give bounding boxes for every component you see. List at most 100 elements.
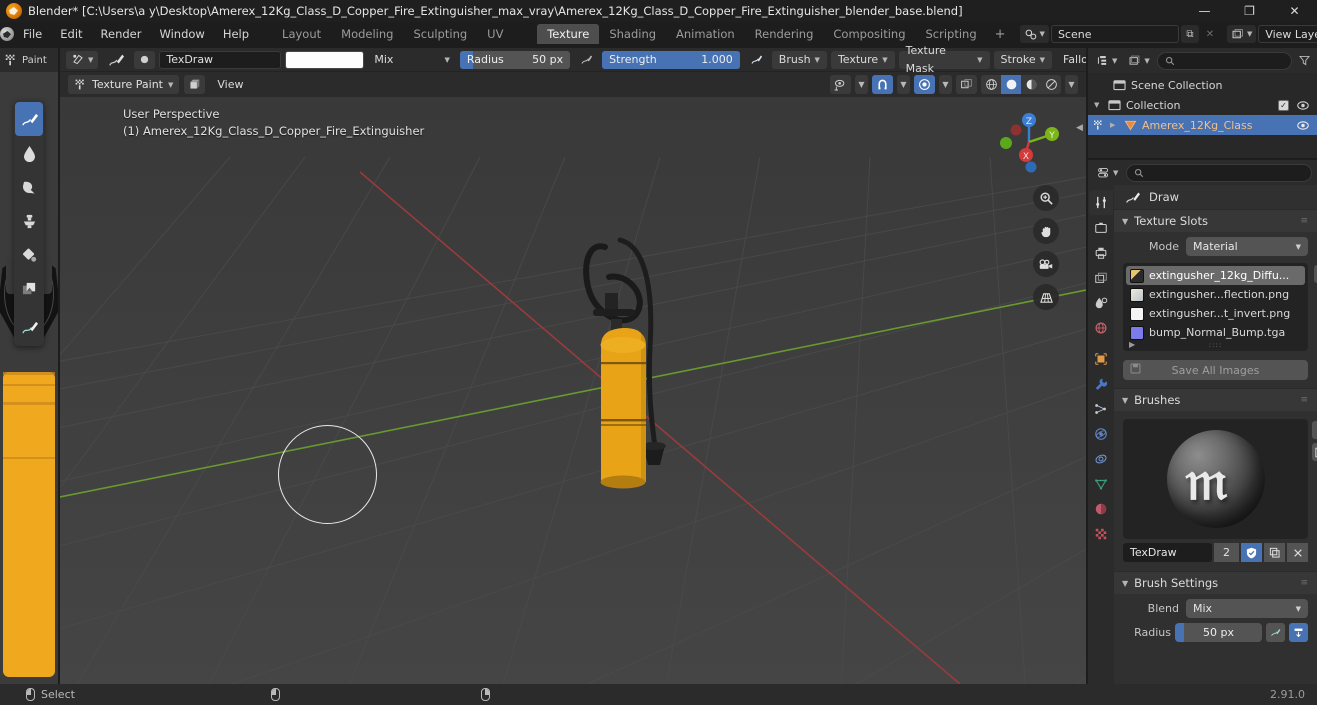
ortho-grid-icon[interactable] [1033, 284, 1059, 310]
zoom-icon[interactable] [1033, 185, 1059, 211]
texture-slot-item[interactable]: extingusher...flection.png [1126, 285, 1305, 304]
scene-new-button[interactable]: ⧉ [1180, 25, 1199, 43]
interaction-mode-dropdown[interactable]: Texture Paint ▼ [68, 75, 180, 94]
maximize-button[interactable]: ❐ [1227, 0, 1272, 22]
properties-search-input[interactable] [1126, 163, 1312, 182]
active-tool-brush-icon[interactable] [102, 51, 130, 69]
tab-modifier-properties[interactable] [1089, 371, 1113, 396]
tab-animation[interactable]: Animation [666, 24, 745, 44]
shield-icon[interactable] [1241, 543, 1262, 562]
x-icon[interactable] [1287, 543, 1308, 562]
tab-world-properties[interactable] [1089, 315, 1113, 340]
shading-rendered-icon[interactable] [1041, 75, 1061, 94]
strength-pressure-icon[interactable] [744, 51, 768, 69]
tab-uv-editing[interactable]: UV Editing [477, 24, 537, 61]
tab-object-properties[interactable] [1089, 346, 1113, 371]
menu-brush[interactable]: Brush ▼ [771, 50, 827, 69]
brush-data-icon[interactable] [134, 50, 156, 69]
texture-slot-item[interactable]: bump_Normal_Bump.tga [1126, 323, 1305, 342]
menu-render[interactable]: Render [92, 22, 151, 46]
scene-unlink-button[interactable]: ✕ [1201, 25, 1219, 43]
proportional-edit-chevron-icon[interactable]: ▼ [939, 75, 952, 94]
menu-help[interactable]: Help [214, 22, 258, 46]
outliner-display-mode-dropdown[interactable]: ▼ [1092, 51, 1122, 70]
texture-slot-list[interactable]: extingusher_12kg_Diffu... extingusher...… [1123, 263, 1317, 351]
menu-file[interactable]: File [14, 22, 51, 46]
tab-material-properties[interactable] [1089, 496, 1113, 521]
snapping-magnet-icon[interactable] [872, 75, 893, 94]
shading-solid-icon[interactable] [1001, 75, 1021, 94]
fill-tool[interactable] [15, 238, 43, 272]
shading-wireframe-icon[interactable] [981, 75, 1001, 94]
tab-compositing[interactable]: Compositing [823, 24, 915, 44]
mask-tool[interactable] [15, 272, 43, 306]
properties-editor-type-dropdown[interactable]: ▼ [1093, 163, 1123, 182]
object-expand-triangle-icon[interactable]: ▶ [1110, 121, 1119, 129]
brush-name-input[interactable]: TexDraw [1123, 543, 1212, 562]
tab-texture-paint[interactable]: Texture Paint [537, 24, 600, 61]
radius-pressure-icon[interactable] [1266, 623, 1285, 642]
save-all-images-button[interactable]: Save All Images [1123, 360, 1308, 380]
strength-slider[interactable]: Strength 1.000 [602, 50, 740, 69]
brush-preview-image-icon[interactable] [1312, 443, 1317, 461]
texture-slot-item[interactable]: extingusher...t_invert.png [1126, 304, 1305, 323]
outliner-row-object[interactable]: ▶ Amerex_12Kg_Class [1088, 115, 1317, 135]
slot-list-expand-icon[interactable]: ▶ [1129, 340, 1135, 349]
menu-stroke[interactable]: Stroke ▼ [993, 50, 1052, 69]
menu-falloff[interactable]: Falloff [1056, 51, 1086, 69]
minimize-button[interactable]: — [1182, 0, 1227, 22]
viewport-view-menu[interactable]: View [210, 76, 250, 94]
tab-tool-properties[interactable] [1089, 190, 1113, 215]
annotate-tool[interactable] [15, 310, 43, 344]
tab-modeling[interactable]: Modeling [331, 24, 403, 44]
tab-texture-properties[interactable] [1089, 521, 1113, 546]
menu-window[interactable]: Window [150, 22, 213, 46]
tab-particles-properties[interactable] [1089, 396, 1113, 421]
navigation-axis-gizmo[interactable]: Z Y X [994, 107, 1064, 177]
visibility-eye-icon[interactable] [830, 75, 851, 94]
editor-separator-right[interactable] [1086, 48, 1088, 684]
tab-view-layer-properties[interactable] [1089, 265, 1113, 290]
radius-slider[interactable]: Radius 50 px [459, 50, 571, 69]
brush-name-field[interactable]: TexDraw [159, 50, 281, 69]
outliner-row-collection[interactable]: ▼ Collection ✓ [1088, 95, 1317, 115]
brush-users-count[interactable]: 2 [1214, 543, 1239, 562]
panel-header-brush-settings[interactable]: ▼ Brush Settings ≡ [1114, 571, 1317, 594]
editor-separator-left[interactable] [58, 48, 60, 684]
brush-list-chevron-icon[interactable]: ▼ [1312, 421, 1317, 439]
paint-mode-selector[interactable]: ▼ [66, 50, 99, 69]
viewport-gizmo-cube-icon[interactable] [184, 75, 206, 94]
menu-texture[interactable]: Texture ▼ [830, 50, 895, 69]
panel-header-texture-slots[interactable]: ▼ Texture Slots ≡ [1114, 209, 1317, 232]
shading-options-chevron-icon[interactable]: ▼ [1065, 75, 1078, 94]
eye-icon[interactable] [1296, 100, 1310, 111]
outliner-search-input[interactable] [1156, 51, 1292, 70]
outliner-filter-icon[interactable] [1295, 52, 1313, 70]
proportional-edit-icon[interactable] [914, 75, 935, 94]
blender-menu-icon[interactable] [0, 22, 14, 46]
close-button[interactable]: ✕ [1272, 0, 1317, 22]
radius-pressure-icon[interactable] [574, 51, 598, 69]
outliner-row-scene-collection[interactable]: Scene Collection [1088, 75, 1317, 95]
collection-expand-triangle-icon[interactable]: ▼ [1094, 101, 1103, 109]
outliner-filter-id-dropdown[interactable]: ▼ [1124, 51, 1154, 70]
radius-unit-icon[interactable] [1289, 623, 1308, 642]
scene-name-field[interactable]: Scene [1050, 25, 1179, 43]
sidebar-collapse-arrow-icon[interactable]: ◀ [1075, 117, 1084, 139]
clone-tool[interactable] [15, 204, 43, 238]
pan-hand-icon[interactable] [1033, 218, 1059, 244]
menu-edit[interactable]: Edit [51, 22, 91, 46]
tab-sculpting[interactable]: Sculpting [403, 24, 477, 44]
xray-toggle-icon[interactable] [956, 75, 977, 94]
camera-icon[interactable] [1033, 251, 1059, 277]
tab-constraints-properties[interactable] [1089, 446, 1113, 471]
copy-icon[interactable] [1264, 543, 1285, 562]
smear-tool[interactable] [15, 170, 43, 204]
shading-material-preview-icon[interactable] [1021, 75, 1041, 94]
3d-viewport[interactable]: User Perspective (1) Amerex_12Kg_Class_D… [60, 97, 1086, 684]
view-layer-browse-icon[interactable]: ▼ [1226, 25, 1257, 43]
snapping-dropdown-chevron-icon[interactable]: ▼ [897, 75, 910, 94]
texture-paint-mode-icon[interactable] [4, 53, 18, 67]
scene-browse-icon[interactable]: ▼ [1019, 25, 1049, 43]
tab-shading[interactable]: Shading [599, 24, 666, 44]
